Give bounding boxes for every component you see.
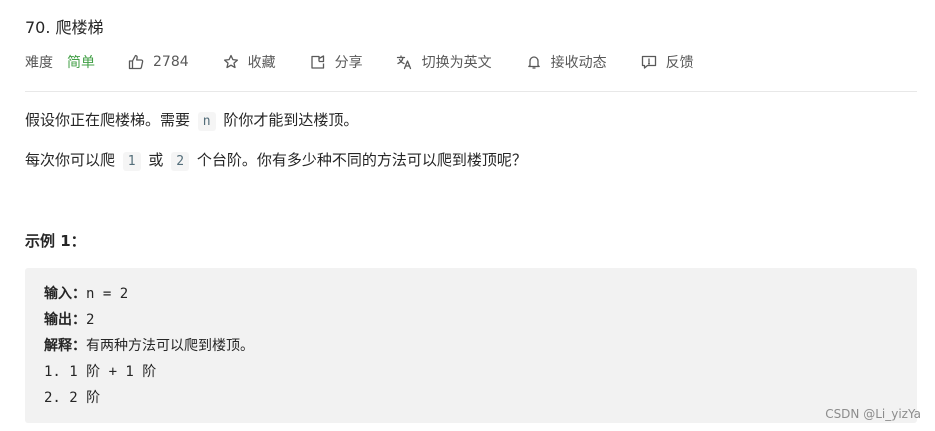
inline-code: 1 (122, 152, 141, 171)
description-text: 或 (148, 151, 164, 169)
favorite-button[interactable]: 收藏 (222, 52, 276, 72)
like-button[interactable]: 2784 (127, 53, 189, 71)
translate-icon (396, 53, 414, 71)
example-step-2: 2. 2 阶 (44, 390, 101, 406)
description-paragraph-1: 假设你正在爬楼梯。需要 n 阶你才能到达楼顶。 (25, 108, 358, 134)
explain-value: 有两种方法可以爬到楼顶。 (86, 338, 254, 354)
output-label: 输出： (44, 312, 86, 328)
inline-code: 2 (171, 152, 190, 171)
feedback-button[interactable]: 反馈 (640, 52, 694, 72)
favorite-label: 收藏 (247, 55, 276, 71)
feedback-label: 反馈 (665, 55, 694, 71)
difficulty-badge: 简单 (67, 55, 95, 71)
bell-icon (525, 53, 543, 71)
example-code-block: 输入：n = 2 输出：2 解释：有两种方法可以爬到楼顶。 1. 1 阶 + 1… (25, 268, 917, 423)
example-title: 示例 1： (25, 232, 86, 250)
explain-label: 解释： (44, 338, 86, 354)
description-text: 个台阶。你有多少种不同的方法可以爬到楼顶呢？ (196, 151, 527, 169)
translate-label: 切换为英文 (421, 55, 492, 71)
share-icon (309, 53, 327, 71)
csdn-watermark: CSDN @Li_yizYa (825, 407, 921, 421)
share-label: 分享 (334, 55, 363, 71)
description-paragraph-2: 每次你可以爬 1 或 2 个台阶。你有多少种不同的方法可以爬到楼顶呢？ (25, 148, 527, 174)
share-button[interactable]: 分享 (309, 52, 363, 72)
like-count: 2784 (153, 54, 189, 70)
description-text: 每次你可以爬 (25, 151, 116, 169)
problem-meta-bar: 难度 简单 2784 收藏 分享 切换为英文 接收动态 反馈 (25, 50, 727, 74)
description-text: 假设你正在爬楼梯。需要 (25, 111, 191, 129)
inline-code: n (197, 112, 216, 131)
description-text: 阶你才能到达楼顶。 (223, 111, 359, 129)
divider (25, 91, 917, 92)
feedback-icon (640, 53, 658, 71)
star-icon (222, 53, 240, 71)
example-explain-line: 解释：有两种方法可以爬到楼顶。 (44, 333, 254, 359)
difficulty-label: 难度 (25, 55, 53, 71)
thumbs-up-icon (127, 53, 145, 71)
example-input-line: 输入：n = 2 (44, 281, 254, 307)
problem-title: 70. 爬楼梯 (25, 18, 104, 37)
input-value: n = 2 (86, 286, 129, 302)
translate-button[interactable]: 切换为英文 (396, 52, 492, 72)
example-output-line: 输出：2 (44, 307, 254, 333)
notify-label: 接收动态 (550, 55, 607, 71)
notify-button[interactable]: 接收动态 (525, 52, 607, 72)
example-step-1: 1. 1 阶 + 1 阶 (44, 364, 157, 380)
input-label: 输入： (44, 286, 86, 302)
output-value: 2 (86, 312, 95, 328)
